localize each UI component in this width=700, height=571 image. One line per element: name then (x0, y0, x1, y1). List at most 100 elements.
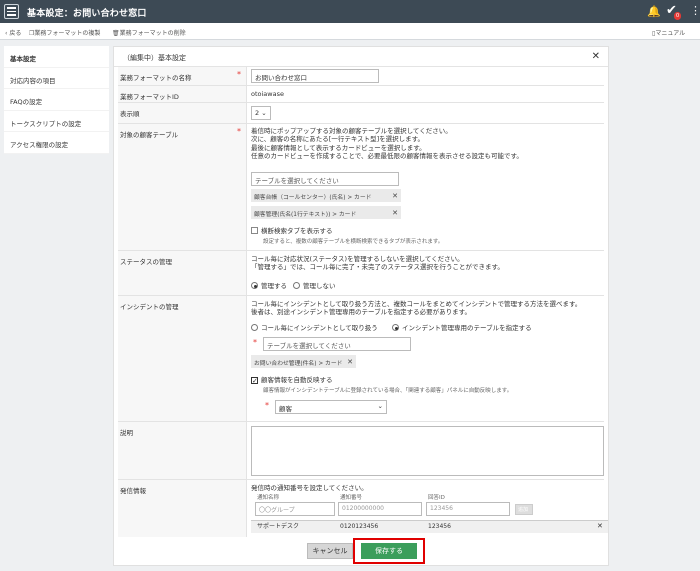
remove-icon[interactable]: ✕ (392, 209, 398, 217)
cross-search-checkbox[interactable]: 横断検索タブを表示する (251, 227, 333, 235)
back-link[interactable]: ‹ 戻る (5, 28, 21, 37)
manual-label: マニュアル (655, 30, 686, 37)
customer-label-text: 対象の顧客テーブル (120, 131, 179, 139)
sidebar-item-faq[interactable]: FAQの設定 (4, 89, 109, 111)
notify-row-name: サポートデスク (257, 523, 300, 530)
name-label: 業務フォーマットの名称 * (118, 67, 247, 85)
sidebar-item-basic[interactable]: 基本設定 (4, 46, 109, 68)
customer-desc-line: 任意のカードビューを作成することで、必要最低限の顧客情報を表示させる設定も可能で… (251, 152, 523, 161)
app-header: 基本設定：お問い合わせ窓口 🔔 ✔ 0 ⋮ (0, 0, 700, 23)
notify-name-input[interactable]: 〇〇グループ (255, 502, 335, 516)
checkbox-icon[interactable] (251, 227, 258, 234)
chevron-down-icon: ⌄ (261, 109, 267, 117)
notify-number-input[interactable]: 01200000000 (338, 502, 422, 516)
sidebar-item-response[interactable]: 対応内容の項目 (4, 68, 109, 89)
radio-icon[interactable] (293, 282, 300, 289)
incident-opt2-label: インシデント管理専用のテーブルを指定する (402, 324, 532, 332)
notify-row-answer: 123456 (428, 523, 451, 530)
checkbox-checked-icon[interactable]: ✓ (251, 377, 258, 385)
highlight-box (353, 538, 425, 564)
notify-table-row: サポートデスク 0120123456 123456 ✕ (251, 520, 608, 533)
bell-icon[interactable]: 🔔 (647, 5, 661, 18)
incident-description: コール毎にインシデントとして取り扱う方法と、複数コールをまとめてインシデントで管… (251, 300, 581, 317)
notify-row-number: 0120123456 (340, 523, 379, 530)
required-mark: * (237, 127, 241, 136)
delete-format-link[interactable]: 🗑業務フォーマットの削除 (112, 28, 186, 37)
incident-row: インシデントの管理 コール毎にインシデントとして取り扱う方法と、複数コールをまと… (118, 296, 604, 422)
customer-description: 着信時にポップアップする対象の顧客テーブルを選択してください。 次に、顧客の名称… (251, 127, 523, 161)
order-label: 表示順 (118, 103, 247, 123)
customer-chip-label: 顧客管理(氏名(1行テキスト)) > カード (254, 212, 357, 218)
incident-table-radio[interactable]: インシデント管理専用のテーブルを指定する (392, 324, 532, 332)
customer-field-select[interactable]: 顧客 ⌄ (275, 400, 387, 414)
panel-title: （編集中）基本設定 (123, 54, 186, 62)
customer-chip: 顧客台帳（コールセンター）(氏名) > カード ✕ (251, 189, 401, 202)
customer-table-placeholder: テーブルを選択してください (255, 177, 339, 185)
status-nomanage-radio[interactable]: 管理しない (293, 282, 336, 290)
notify-answer-input[interactable]: 123456 (426, 502, 510, 516)
close-icon[interactable]: ✕ (592, 51, 600, 62)
settings-panel: （編集中）基本設定 ✕ 業務フォーマットの名称 * お問い合わせ窓口 業務フォーマ… (113, 46, 609, 566)
auto-reflect-label: 顧客情報を自動反映する (261, 376, 333, 384)
required-mark: * (253, 338, 257, 347)
customer-chip: 顧客管理(氏名(1行テキスト)) > カード ✕ (251, 206, 401, 219)
incident-table-select[interactable]: テーブルを選択してください (263, 337, 411, 351)
customer-label: 対象の顧客テーブル * (118, 124, 247, 250)
sidebar-item-talkscript[interactable]: トークスクリプトの設定 (4, 111, 109, 132)
status-row: ステータスの管理 コール毎に対応状況(ステータス)を管理するしないを選択してくだ… (118, 251, 604, 296)
incident-label: インシデントの管理 (118, 296, 247, 421)
notification-badge: 0 (674, 12, 682, 20)
sidebar-item-access[interactable]: アクセス権限の設定 (4, 132, 109, 154)
copy-label: 業務フォーマットの複製 (34, 30, 101, 37)
radio-icon[interactable] (251, 324, 258, 331)
auto-reflect-note: 顧客情報がインシデントテーブルに登録されている場合、「関連する顧客」パネルに自動… (263, 388, 513, 394)
copy-format-link[interactable]: ❐業務フォーマットの複製 (29, 28, 100, 37)
manual-link[interactable]: ▯マニュアル (652, 28, 685, 37)
order-row: 表示順 2 ⌄ (118, 103, 604, 124)
remove-icon[interactable]: ✕ (392, 192, 398, 200)
cancel-button[interactable]: キャンセル (307, 543, 353, 559)
notify-row: 発信情報 発信時の通知番号を設定してください。 通知名称 通知番号 回答ID 〇… (118, 480, 608, 537)
chevron-down-icon: ⌄ (377, 402, 383, 410)
status-opt2-label: 管理しない (303, 282, 336, 290)
notify-label: 発信情報 (118, 480, 247, 537)
name-input[interactable]: お問い合わせ窓口 (251, 69, 379, 83)
customer-desc-line: 次に、顧客の名称にあたる[一行テキスト型]を選択します。 (251, 135, 425, 144)
back-label: 戻る (9, 30, 22, 37)
incident-per-call-radio[interactable]: コール毎にインシデントとして取り扱う (251, 324, 378, 332)
id-value: otoiawase (251, 90, 284, 98)
status-label: ステータスの管理 (118, 251, 247, 295)
customer-table-row: 対象の顧客テーブル * 着信時にポップアップする対象の顧客テーブルを選択してくださ… (118, 124, 604, 251)
panel-header: （編集中）基本設定 ✕ (114, 47, 608, 67)
id-label: 業務フォーマットID (118, 86, 247, 102)
status-desc-line: 「管理する」では、コール毎に完了・未完了のステータス選択を行うことができます。 (251, 263, 504, 272)
status-opt1-label: 管理する (261, 282, 287, 290)
cross-search-label: 横断検索タブを表示する (261, 227, 333, 235)
status-manage-radio[interactable]: 管理する (251, 282, 287, 290)
menu-icon[interactable] (4, 4, 19, 19)
radio-icon[interactable] (251, 282, 258, 289)
order-select[interactable]: 2 ⌄ (251, 106, 271, 120)
add-button[interactable]: 追加 (515, 504, 533, 515)
settings-sidebar: 基本設定 対応内容の項目 FAQの設定 トークスクリプトの設定 アクセス権限の設… (4, 46, 109, 154)
status-description: コール毎に対応状況(ステータス)を管理するしないを選択してください。 「管理する… (251, 255, 504, 272)
order-value: 2 (255, 109, 260, 117)
required-mark: * (237, 70, 241, 79)
required-mark: * (265, 401, 269, 410)
customer-table-select[interactable]: テーブルを選択してください (251, 172, 399, 186)
incident-table-placeholder: テーブルを選択してください (267, 342, 351, 350)
remove-icon[interactable]: ✕ (597, 522, 603, 530)
incident-chip-label: お問い合わせ管理(件名) > カード (254, 361, 343, 367)
customer-chip-label: 顧客台帳（コールセンター）(氏名) > カード (254, 195, 372, 201)
auto-reflect-checkbox[interactable]: ✓ 顧客情報を自動反映する (251, 376, 333, 385)
notify-description: 発信時の通知番号を設定してください。 (251, 484, 368, 492)
customer-field-value: 顧客 (279, 405, 292, 413)
description-textarea[interactable] (251, 426, 604, 476)
more-icon[interactable]: ⋮ (690, 4, 700, 17)
radio-icon[interactable] (392, 324, 399, 331)
incident-desc-line: 後者は、別途インシデント管理専用のテーブルを指定する必要があります。 (251, 308, 471, 317)
page-title: 基本設定：お問い合わせ窓口 (27, 9, 147, 19)
incident-chip: お問い合わせ管理(件名) > カード ✕ (251, 355, 356, 368)
customer-desc-line: 最後に顧客情報として表示するカードビューを選択します。 (251, 143, 426, 152)
remove-icon[interactable]: ✕ (347, 358, 353, 366)
